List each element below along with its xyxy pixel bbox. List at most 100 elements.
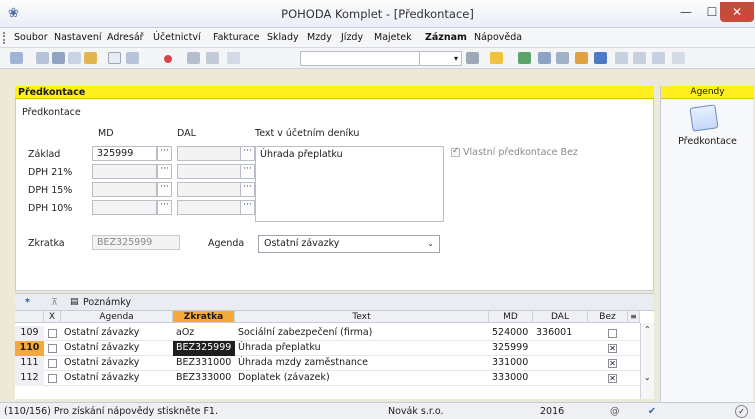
cell-zkratka: BEZ333000 (176, 372, 232, 383)
menu-sklady[interactable]: Sklady (267, 32, 299, 43)
row-label-dph10: DPH 10% (28, 203, 73, 214)
dal-picker-zaklad[interactable]: ··· (240, 146, 255, 161)
toolbar-help-icon[interactable] (672, 52, 685, 64)
cell-bez-checkbox[interactable] (608, 329, 617, 338)
agendy-panel: Agendy Předkontace (660, 86, 754, 402)
menu-nastaveni[interactable]: Nastavení (54, 32, 102, 43)
menu-majetek[interactable]: Majetek (374, 32, 412, 43)
scroll-up-icon[interactable]: ⌃ (644, 325, 651, 334)
toolbar-refresh-icon[interactable] (518, 52, 531, 64)
md-picker-zaklad[interactable]: ··· (157, 146, 172, 161)
scroll-down-icon[interactable]: ⌄ (644, 373, 651, 382)
search-options-dropdown[interactable]: ▾ (420, 51, 462, 66)
table-row[interactable]: 109 Ostatní závazky aOz Sociální zabezpe… (15, 326, 654, 341)
menu-jizdy[interactable]: Jízdy (341, 32, 363, 43)
toolbar-edit-icon[interactable] (126, 52, 139, 64)
toolbar-undo-icon[interactable] (206, 52, 219, 64)
grid-header-rownum (15, 311, 44, 323)
toolbar-filter-icon[interactable] (466, 52, 479, 64)
grid-header-dal[interactable]: DAL (533, 311, 588, 323)
toolbar-save-icon[interactable] (187, 52, 200, 64)
zkratka-field[interactable]: BEZ325999 (92, 235, 180, 250)
menu-napoveda[interactable]: Nápověda (474, 32, 522, 43)
toolbar-copy-icon[interactable] (10, 52, 23, 64)
row-number: 111 (15, 356, 44, 371)
md-field-dph15[interactable] (92, 182, 157, 197)
toolbar-users-icon[interactable] (575, 52, 588, 64)
table-row[interactable]: 111 Ostatní závazky BEZ331000 Úhrada mzd… (15, 356, 654, 371)
toolbar-delete-icon[interactable] (164, 55, 172, 63)
tab-filter-icon[interactable]: ⊼ (51, 297, 58, 308)
cell-bez-checkbox[interactable]: ✕ (608, 344, 617, 353)
close-button[interactable]: ✕ (720, 2, 754, 22)
grid-header-agenda[interactable]: Agenda (61, 311, 173, 323)
dal-field-dph10[interactable] (177, 200, 241, 215)
toolbar-paste-icon[interactable] (227, 52, 240, 64)
grid-scrollbar[interactable]: ⌃ ⌄ (640, 323, 654, 399)
toolbar-window3-icon[interactable] (652, 52, 665, 64)
cell-bez-checkbox[interactable]: ✕ (608, 359, 617, 368)
md-field-zaklad[interactable]: 325999 (92, 146, 157, 161)
row-select-checkbox[interactable] (48, 374, 57, 383)
minimize-button[interactable]: — (672, 2, 700, 22)
toolbar-print-icon[interactable] (52, 52, 65, 64)
toolbar-ban-icon[interactable] (594, 52, 607, 64)
toolbar-calc-icon[interactable] (556, 52, 569, 64)
cell-zkratka: BEZ331000 (176, 357, 232, 368)
table-row[interactable]: 110 Ostatní závazky BEZ325999 Úhrada pře… (15, 341, 654, 356)
tab-poznamky[interactable]: Poznámky (83, 297, 131, 308)
cell-bez-checkbox[interactable]: ✕ (608, 374, 617, 383)
toolbar-link-icon[interactable] (36, 52, 49, 64)
quick-search-input[interactable] (300, 51, 420, 66)
row-select-checkbox[interactable] (48, 329, 57, 338)
cell-text: Úhrada přeplatku (238, 342, 321, 353)
grid-header-zkratka[interactable]: Zkratka (173, 311, 235, 323)
own-predkontace-checkbox[interactable]: ✓ (451, 146, 460, 157)
journal-text-field[interactable]: Úhrada přeplatku (255, 146, 444, 222)
md-picker-dph21[interactable]: ··· (157, 164, 172, 179)
menu-zaznam[interactable]: Záznam (425, 32, 467, 43)
predkontace-icon[interactable] (689, 104, 719, 132)
md-field-dph10[interactable] (92, 200, 157, 215)
dal-field-zaklad[interactable] (177, 146, 241, 161)
toolbar-folder-icon[interactable] (490, 52, 503, 64)
dal-picker-dph15[interactable]: ··· (240, 182, 255, 197)
toolbar-export-icon[interactable] (84, 52, 97, 64)
agendy-item-predkontace[interactable]: Předkontace (661, 136, 754, 147)
cell-agenda: Ostatní závazky (64, 357, 140, 368)
md-picker-dph10[interactable]: ··· (157, 200, 172, 215)
cell-dal: 336001 (536, 327, 573, 338)
dal-field-dph15[interactable] (177, 182, 241, 197)
menu-mzdy[interactable]: Mzdy (307, 32, 332, 43)
dal-field-dph21[interactable] (177, 164, 241, 179)
tab-star-icon[interactable]: * (25, 297, 30, 308)
grid-header-text[interactable]: Text (235, 311, 489, 323)
dal-picker-dph21[interactable]: ··· (240, 164, 255, 179)
menu-fakturace[interactable]: Fakturace (213, 32, 259, 43)
row-select-checkbox[interactable] (48, 359, 57, 368)
toolbar-preview-icon[interactable] (68, 52, 81, 64)
table-row[interactable]: 112 Ostatní závazky BEZ333000 Doplatek (… (15, 371, 654, 386)
menu-ucetnictvi[interactable]: Účetnictví (153, 32, 201, 43)
menu-soubor[interactable]: Soubor (14, 32, 48, 43)
row-number: 109 (15, 326, 44, 341)
toolbar-window2-icon[interactable] (633, 52, 646, 64)
grid-header-x[interactable]: X (44, 311, 61, 323)
dal-picker-dph10[interactable]: ··· (240, 200, 255, 215)
toolbar-window-icon[interactable] (615, 52, 628, 64)
grid-header-md[interactable]: MD (489, 311, 533, 323)
md-field-dph21[interactable] (92, 164, 157, 179)
md-picker-dph15[interactable]: ··· (157, 182, 172, 197)
cell-md: 524000 (492, 327, 529, 338)
menu-adresar[interactable]: Adresář (107, 32, 144, 43)
cell-md: 331000 (492, 357, 529, 368)
grid-column-chooser-icon[interactable]: ≡ (628, 311, 640, 323)
cell-zkratka: BEZ325999 (173, 341, 235, 356)
agenda-select[interactable]: Ostatní závazky ⌄ (258, 235, 440, 253)
grid-header-bez[interactable]: Bez (588, 311, 628, 323)
toolbar-grid-icon[interactable] (538, 52, 551, 64)
form-header: Předkontace (15, 86, 654, 99)
toolbar-new-icon[interactable] (108, 52, 121, 64)
status-ok-icon[interactable]: ✓ (735, 405, 748, 418)
row-select-checkbox[interactable] (48, 344, 57, 353)
